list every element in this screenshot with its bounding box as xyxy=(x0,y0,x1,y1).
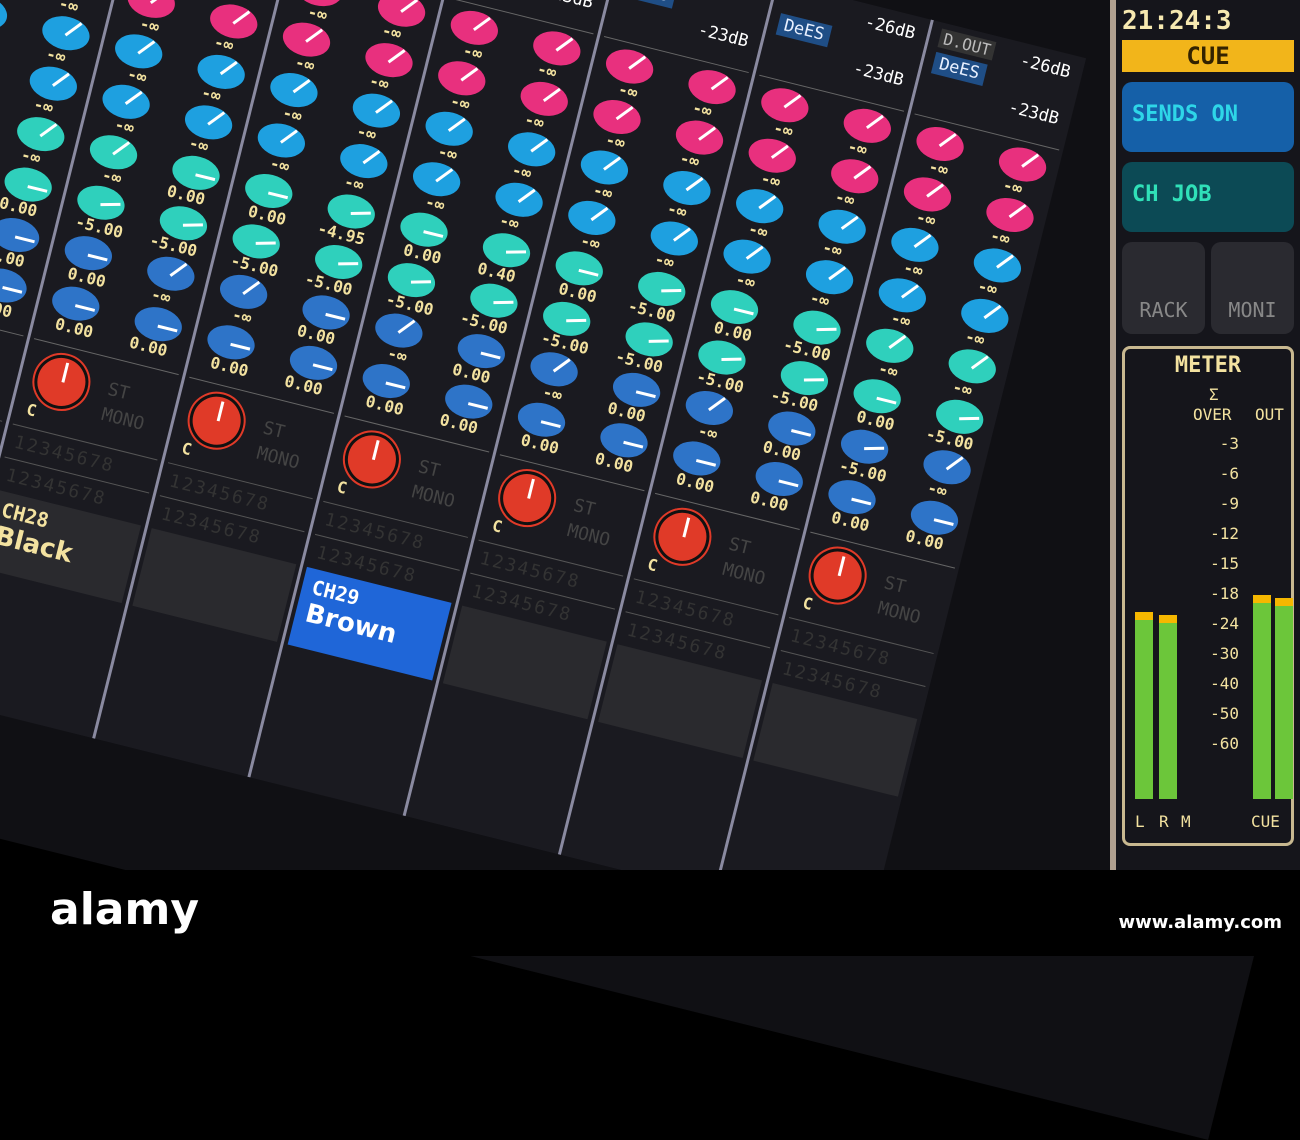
dees-label[interactable]: DeES xyxy=(775,13,833,48)
monitor-button[interactable]: MONI xyxy=(1211,242,1294,334)
meter-scale-tick: -30 xyxy=(1210,644,1239,663)
meter-scale: -3 -6 -9 -12 -15 -18 -24 -30 -40 -50 -60 xyxy=(1195,429,1239,759)
monitor-label: MONI xyxy=(1228,298,1277,322)
meter-bar xyxy=(1253,595,1271,799)
rack-button[interactable]: RACK xyxy=(1122,242,1205,334)
knob-icon[interactable] xyxy=(0,0,11,35)
pan-control[interactable]: C xyxy=(490,462,563,547)
sends-on-button[interactable]: SENDS ON xyxy=(1122,82,1294,152)
pan-control[interactable]: C xyxy=(180,385,252,470)
clock: 21:24:3 xyxy=(1122,6,1232,36)
meter-scale-tick: -24 xyxy=(1210,614,1239,633)
watermark-logo: alamy xyxy=(50,884,199,935)
meter-panel: METER Σ OVER OUT -3 -6 -9 -12 -15 -18 -24 -30 -4… xyxy=(1122,346,1294,846)
meter-label-r: R xyxy=(1159,812,1169,831)
routing-buttons: ST MONO xyxy=(254,415,309,476)
right-panel: 21:24:3 CUE SENDS ON CH JOB RACK MONI ME… xyxy=(1110,0,1300,870)
meter-scale-tick: -60 xyxy=(1210,734,1239,753)
meter-scale-tick: -9 xyxy=(1219,494,1239,513)
routing-buttons: ST MONO xyxy=(875,570,930,631)
over-label: OVER xyxy=(1193,405,1232,424)
knob-icon[interactable] xyxy=(602,44,658,89)
dees-threshold: -23dB xyxy=(695,19,751,52)
meter-scale-tick: -12 xyxy=(1210,524,1239,543)
pan-control[interactable]: C xyxy=(801,540,873,625)
channel-strips: DeES-23dB-∞-∞-∞-∞-∞-∞-∞-∞0.00-∞-5.000.00… xyxy=(0,0,1087,932)
routing-buttons: ST MONO xyxy=(409,454,464,515)
watermark-bar: alamy www.alamy.com xyxy=(0,870,1300,956)
meter-bar xyxy=(1159,615,1177,799)
routing-buttons: ST MONO xyxy=(720,531,775,592)
ch-job-button[interactable]: CH JOB xyxy=(1122,162,1294,232)
meter-label-m: M xyxy=(1181,812,1191,831)
eq-level: -26dB xyxy=(862,12,918,44)
routing-buttons: ST MONO xyxy=(99,376,154,437)
meter-scale-tick: -6 xyxy=(1219,464,1239,483)
mixer-screen: DeES-23dB-∞-∞-∞-∞-∞-∞-∞-∞0.00-∞-5.000.00… xyxy=(0,0,1300,1140)
knob-icon[interactable] xyxy=(913,122,968,166)
pan-control[interactable]: C xyxy=(335,424,408,509)
meter-label-l: L xyxy=(1135,812,1145,831)
dees-threshold: -23dB xyxy=(851,58,906,91)
meter-bar xyxy=(1275,598,1293,799)
cue-button[interactable]: CUE xyxy=(1122,40,1294,72)
knob-icon[interactable] xyxy=(447,6,502,50)
pan-control[interactable]: C xyxy=(25,346,97,431)
meter-title: METER xyxy=(1174,353,1242,378)
meter-scale-tick: -18 xyxy=(1210,584,1239,603)
knob-icon[interactable] xyxy=(757,83,813,128)
sigma-label: Σ xyxy=(1209,385,1219,404)
meter-scale-tick: -40 xyxy=(1210,674,1239,693)
dees-label[interactable]: DeES xyxy=(620,0,678,9)
watermark-url: www.alamy.com xyxy=(1118,912,1282,933)
meter-bar xyxy=(1135,612,1153,799)
meter-scale-tick: -50 xyxy=(1210,704,1239,723)
out-label: OUT xyxy=(1255,405,1284,424)
pan-control[interactable]: C xyxy=(646,501,718,586)
eq-level: -26dB xyxy=(1018,50,1073,83)
meter-label-cue: CUE xyxy=(1251,812,1280,831)
rack-label: RACK xyxy=(1139,298,1188,322)
meter-scale-tick: -15 xyxy=(1210,554,1239,573)
meter-scale-tick: -3 xyxy=(1219,434,1239,453)
routing-buttons: ST MONO xyxy=(564,492,619,553)
dees-threshold: -23dB xyxy=(541,0,596,13)
dees-threshold: -23dB xyxy=(1006,97,1061,130)
